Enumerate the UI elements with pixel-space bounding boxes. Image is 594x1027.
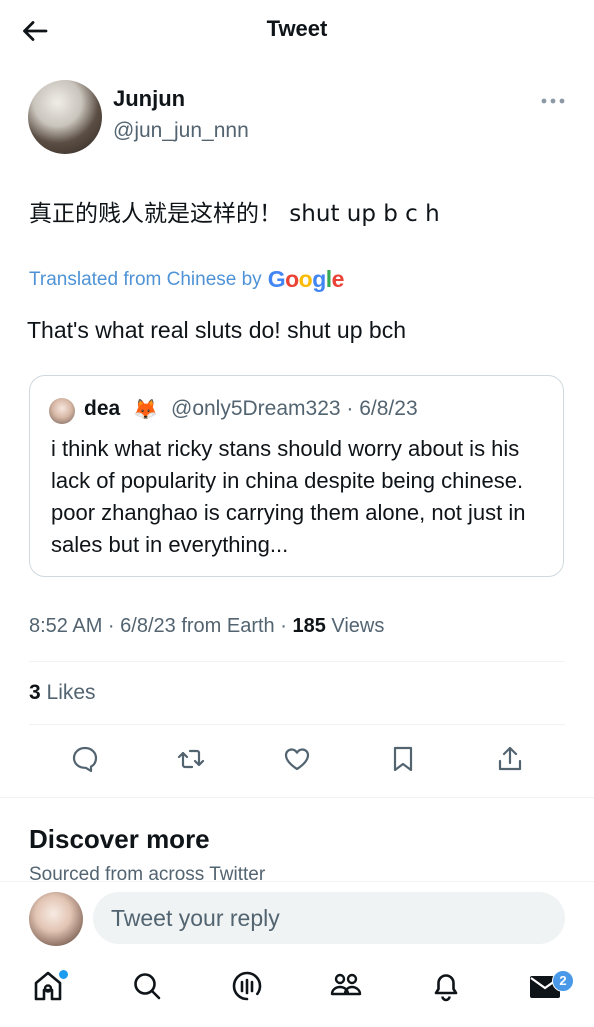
like-button[interactable] [282,744,312,774]
reply-icon [72,746,98,773]
share-button[interactable] [495,744,525,774]
discover-more-title: Discover more [29,824,210,854]
divider [29,661,565,662]
retweet-icon [177,749,205,769]
quoted-author-avatar [49,398,75,424]
reply-input[interactable] [93,892,565,944]
page-title: Tweet [266,16,328,41]
translated-text: That's what real sluts do! shut up bch [27,317,406,343]
likes-label: Likes [40,681,96,704]
home-notification-dot [57,968,70,981]
messages-badge: 2 [552,970,574,992]
fox-emoji-icon: 🦊 [133,399,158,421]
heart-icon [284,748,310,771]
google-logo: Google [267,266,345,292]
communities-icon [330,973,362,996]
more-horizontal-icon [541,98,565,104]
bell-icon [434,974,458,1002]
author-name[interactable]: Junjun [113,86,185,112]
author-handle[interactable]: @jun_jun_nnn [113,119,249,143]
share-icon [498,746,522,771]
discover-more-subtitle: Sourced from across Twitter [29,864,266,882]
reply-bar-divider [0,881,594,882]
spaces-microphone-icon [232,971,262,1001]
section-divider [0,797,594,798]
likes-link[interactable]: 3 Likes [29,681,96,705]
search-icon [134,973,161,1000]
bookmark-button[interactable] [388,744,418,774]
quoted-tweet-text: i think what ricky stans should worry ab… [51,436,526,557]
reply-button[interactable] [70,744,100,774]
nav-search[interactable] [129,968,165,1004]
quoted-author-name: dea [84,397,121,420]
tweet-time-date: 8:52 AM · 6/8/23 from Earth · [29,615,293,637]
nav-spaces[interactable] [229,968,265,1004]
translated-prefix: Translated from Chinese by [29,268,262,290]
retweet-button[interactable] [176,744,206,774]
views-count: 185 [292,615,326,637]
author-avatar[interactable] [28,80,102,154]
likes-count: 3 [29,681,41,704]
tweet-metadata: 8:52 AM · 6/8/23 from Earth · 185 Views [29,615,384,638]
quoted-handle-date: @only5Dream323 · 6/8/23 [171,397,418,420]
divider [29,724,565,725]
tweet-text: 真正的贱人就是这样的！ shut up b c h [29,201,440,227]
bookmark-icon [393,746,413,772]
views-label: Views [325,615,385,637]
nav-notifications[interactable] [428,968,464,1004]
translation-attribution[interactable]: Translated from Chinese by Google [29,266,344,293]
current-user-avatar[interactable] [29,892,83,946]
more-options-button[interactable] [540,96,566,106]
nav-communities[interactable] [328,968,364,1004]
